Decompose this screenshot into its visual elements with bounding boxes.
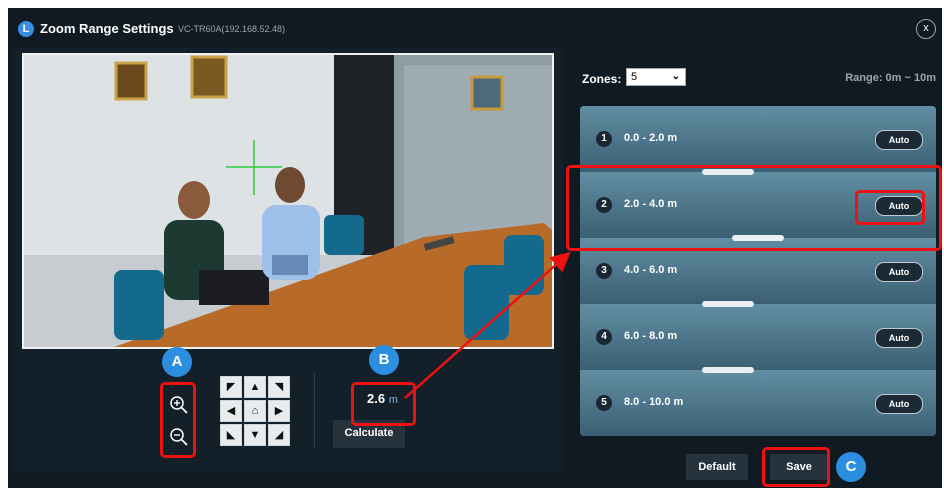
marker-b: B — [369, 345, 399, 375]
marker-a: A — [162, 347, 192, 377]
annotation-arrow — [404, 251, 571, 399]
marker-c: C — [836, 452, 866, 482]
